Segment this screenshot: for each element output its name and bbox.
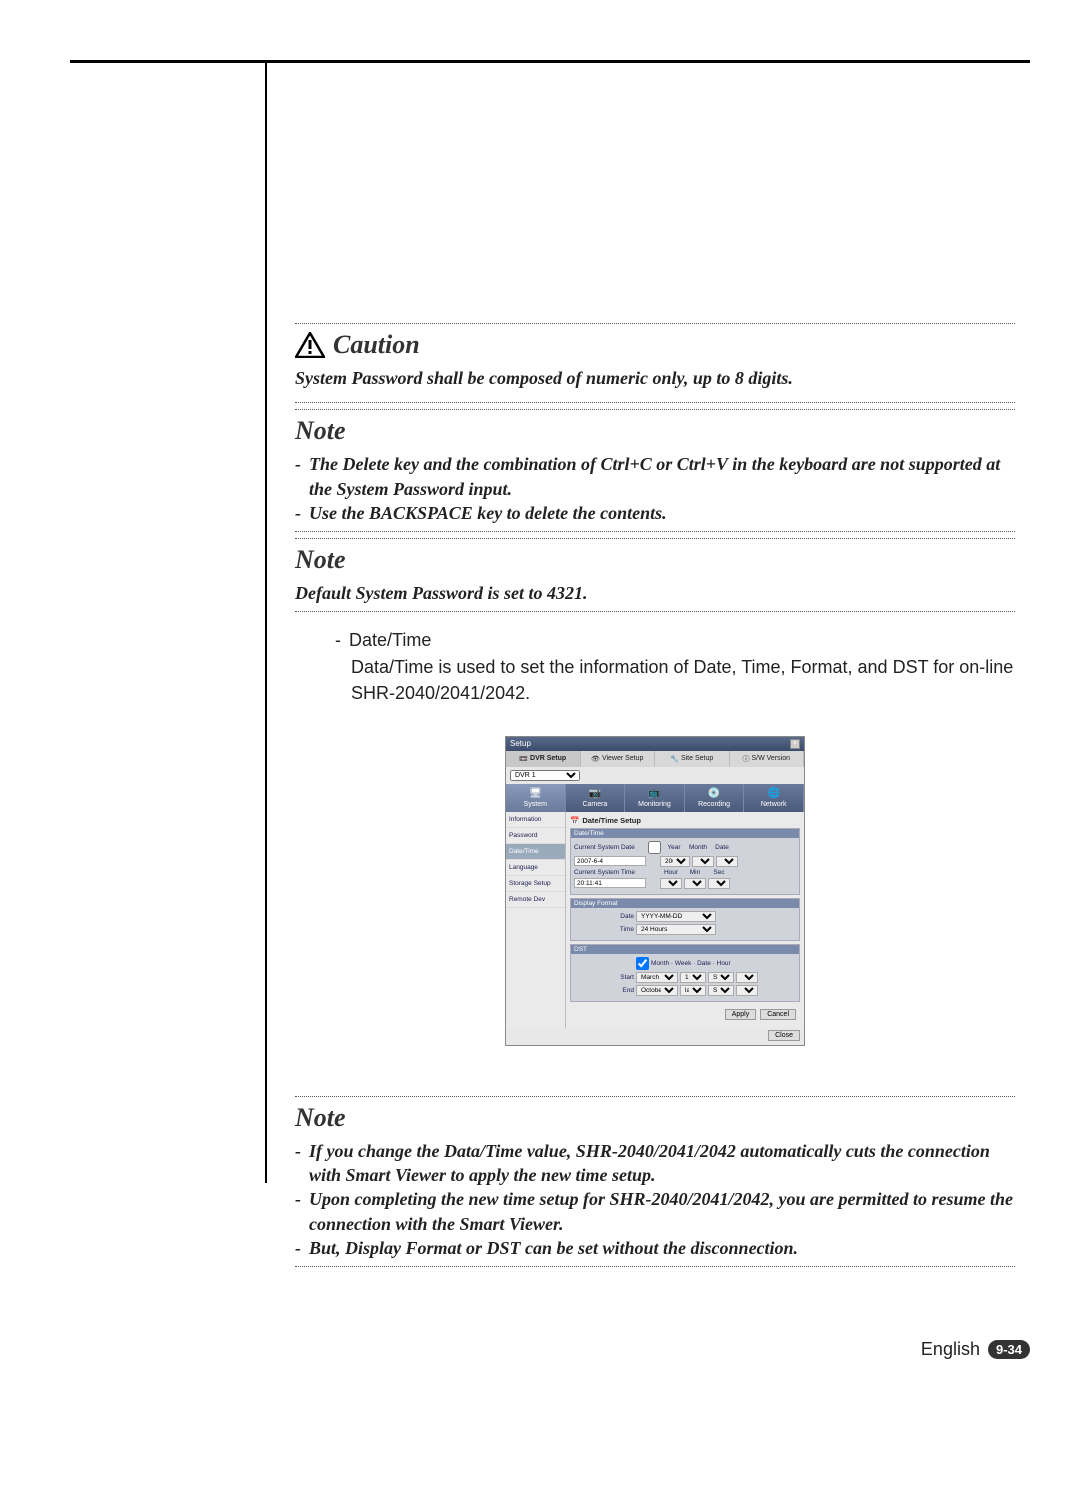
sidebar-item-information[interactable]: Information — [506, 812, 565, 828]
sidebar-item-storage[interactable]: Storage Setup — [506, 876, 565, 892]
select-date[interactable]: 4 — [716, 856, 738, 867]
select-date-format[interactable]: YYYY-MM-DD — [636, 911, 716, 922]
section-datetime: Date/Time Current System Date Year Month… — [570, 828, 800, 895]
note-heading: Note — [295, 1103, 346, 1133]
sidebar-item-password[interactable]: Password — [506, 828, 565, 844]
note2-text: Default System Password is set to 4321. — [295, 581, 1015, 605]
panel-title: 📅Date/Time Setup — [570, 816, 800, 825]
dialog-title: Setup — [510, 739, 531, 748]
datetime-block: -Date/Time Data/Time is used to set the … — [295, 630, 1015, 705]
section-dst-header: DST — [571, 945, 799, 954]
note1-item-2: Use the BACKSPACE key to delete the cont… — [309, 501, 1015, 525]
label-date-format: Date — [574, 913, 634, 920]
caution-text: System Password shall be composed of num… — [295, 366, 1015, 390]
close-icon[interactable]: × — [790, 739, 800, 749]
close-button[interactable]: Close — [768, 1030, 800, 1041]
page-footer: English 9-34 — [921, 1339, 1030, 1360]
sidebar: Information Password Date/Time Language … — [506, 812, 566, 1028]
sidebar-item-remote[interactable]: Remote Dev — [506, 892, 565, 908]
select-dst-start-week[interactable]: 1st — [680, 972, 706, 983]
footer-language: English — [921, 1339, 980, 1360]
divider — [295, 323, 1015, 324]
note3-item-2: Upon completing the new time setup for S… — [309, 1187, 1015, 1236]
category-row: 🖥System 📷Camera 📺Monitoring 💿Recording 🌐… — [506, 784, 804, 812]
note-heading: Note — [295, 416, 346, 446]
dvr-select[interactable]: DVR 1 — [510, 770, 580, 781]
note-heading: Note — [295, 545, 346, 575]
checkbox-dst[interactable] — [636, 957, 649, 970]
footer-page-number: 9-34 — [988, 1340, 1030, 1359]
cat-network[interactable]: 🌐Network — [744, 784, 804, 812]
top-tab-row: 📼DVR Setup 👁Viewer Setup 🔧Site Setup ⓘS/… — [506, 751, 804, 767]
vertical-rule — [265, 63, 267, 1183]
note1-body: -The Delete key and the combination of C… — [295, 452, 1015, 525]
select-year[interactable]: 2007 — [660, 856, 690, 867]
input-current-date[interactable] — [574, 856, 646, 866]
input-current-time[interactable] — [574, 878, 646, 888]
dialog-titlebar: Setup × — [506, 737, 804, 751]
label-dst-columns: Month · Week · Date · Hour — [651, 960, 731, 967]
page-frame: Caution System Password shall be compose… — [70, 60, 1030, 1380]
divider — [295, 1096, 1015, 1097]
note-heading-row: Note — [295, 416, 1015, 446]
select-dst-start-day[interactable]: Sun — [708, 972, 734, 983]
divider — [295, 538, 1015, 539]
tab-site-setup[interactable]: 🔧Site Setup — [655, 751, 730, 767]
note-heading-row: Note — [295, 545, 1015, 575]
label-time-format: Time — [574, 926, 634, 933]
label-dst-start: Start — [574, 974, 634, 981]
dvr-select-row: DVR 1 — [506, 767, 804, 784]
button-row: Apply Cancel — [570, 1005, 800, 1024]
tab-sw-version[interactable]: ⓘS/W Version — [730, 751, 805, 767]
select-dst-end-week[interactable]: last — [680, 985, 706, 996]
section-display-header: Display Format — [571, 899, 799, 908]
select-dst-end-hour[interactable]: 01 — [736, 985, 758, 996]
select-time-format[interactable]: 24 Hours — [636, 924, 716, 935]
cat-camera[interactable]: 📷Camera — [566, 784, 626, 812]
divider — [295, 409, 1015, 410]
apply-button[interactable]: Apply — [725, 1009, 757, 1020]
select-dst-end-month[interactable]: October — [636, 985, 678, 996]
cat-system[interactable]: 🖥System — [506, 784, 566, 812]
note1-item-1: The Delete key and the combination of Ct… — [309, 452, 1015, 501]
settings-panel: 📅Date/Time Setup Date/Time Current Syste… — [566, 812, 804, 1028]
divider — [295, 611, 1015, 612]
label-current-time: Current System Time — [574, 869, 646, 876]
checkbox-enable-date[interactable] — [648, 841, 661, 854]
select-dst-start-hour[interactable]: 01 — [736, 972, 758, 983]
select-hour[interactable]: 20 — [660, 878, 682, 889]
select-month[interactable]: 6 — [692, 856, 714, 867]
select-min[interactable]: 11 — [684, 878, 706, 889]
note-heading-row: Note — [295, 1103, 1015, 1133]
caution-heading: Caution — [333, 330, 420, 360]
caution-heading-row: Caution — [295, 330, 1015, 360]
cancel-button[interactable]: Cancel — [760, 1009, 796, 1020]
warning-icon — [295, 332, 325, 358]
setup-dialog: Setup × 📼DVR Setup 👁Viewer Setup 🔧Site S… — [505, 736, 805, 1046]
label-current-date: Current System Date — [574, 844, 646, 851]
tab-dvr-setup[interactable]: 📼DVR Setup — [506, 751, 581, 767]
select-dst-start-month[interactable]: March — [636, 972, 678, 983]
datetime-title: Date/Time — [349, 630, 431, 651]
sidebar-item-datetime[interactable]: Date/Time — [506, 844, 565, 860]
divider — [295, 1266, 1015, 1267]
note3-body: -If you change the Data/Time value, SHR-… — [295, 1139, 1015, 1260]
note3-item-1: If you change the Data/Time value, SHR-2… — [309, 1139, 1015, 1188]
section-display-format: Display Format Date YYYY-MM-DD Time 24 H… — [570, 898, 800, 941]
cat-recording[interactable]: 💿Recording — [685, 784, 745, 812]
screenshot-wrap: Setup × 📼DVR Setup 👁Viewer Setup 🔧Site S… — [295, 736, 1015, 1046]
sidebar-item-language[interactable]: Language — [506, 860, 565, 876]
section-dst: DST Month · Week · Date · Hour Start Mar… — [570, 944, 800, 1002]
label-dst-end: End — [574, 987, 634, 994]
tab-viewer-setup[interactable]: 👁Viewer Setup — [581, 751, 656, 767]
datetime-desc: Data/Time is used to set the information… — [295, 655, 1015, 705]
section-datetime-header: Date/Time — [571, 829, 799, 838]
select-sec[interactable]: 41 — [708, 878, 730, 889]
note3-item-3: But, Display Format or DST can be set wi… — [309, 1236, 1015, 1260]
cat-monitoring[interactable]: 📺Monitoring — [625, 784, 685, 812]
content-column: Caution System Password shall be compose… — [295, 323, 1015, 1267]
select-dst-end-day[interactable]: Sun — [708, 985, 734, 996]
